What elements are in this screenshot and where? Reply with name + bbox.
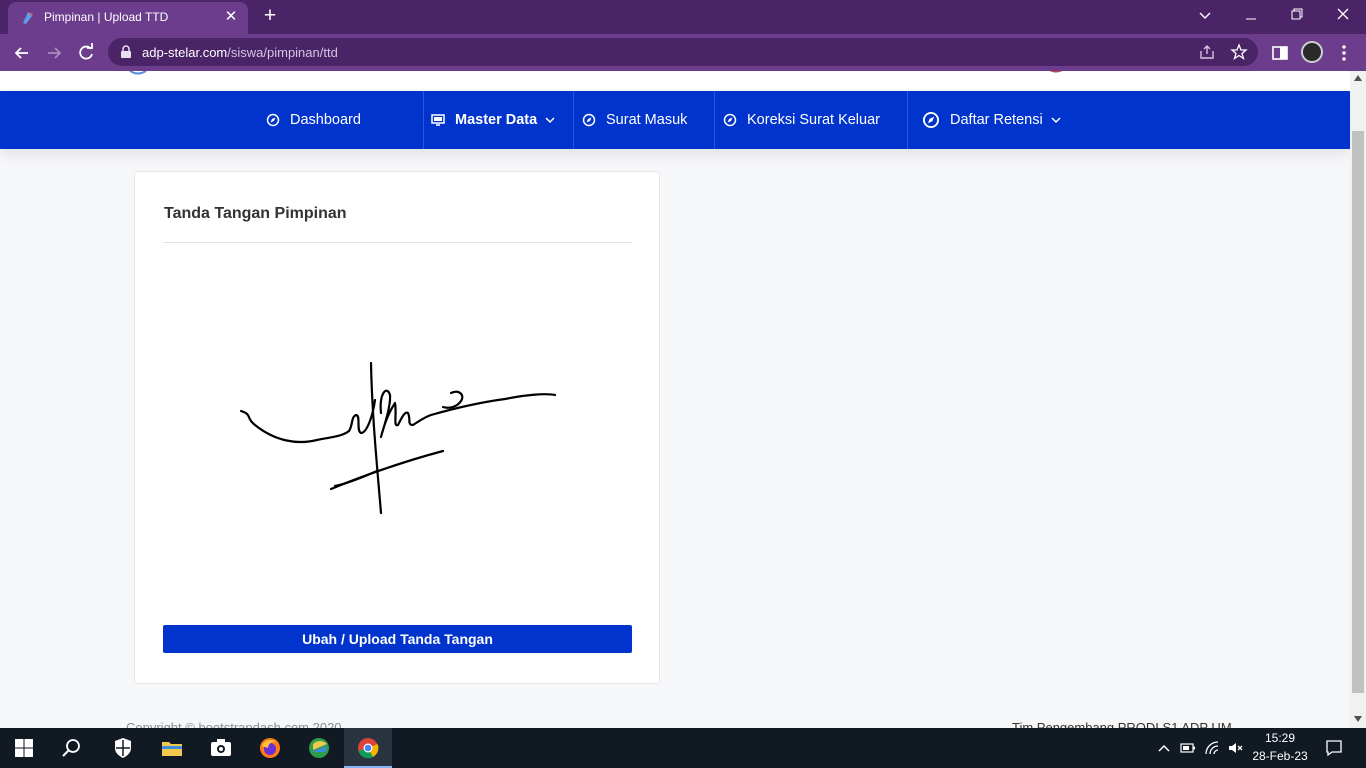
windows-start-icon[interactable] — [12, 736, 36, 760]
chevron-down-icon — [1051, 117, 1061, 124]
footer-credit: Tim Pengembang PRODI S1 ADP UM — [1012, 720, 1232, 728]
forward-arrow-icon[interactable] — [41, 40, 67, 66]
download-manager-icon[interactable] — [307, 736, 331, 760]
tab-close-icon[interactable]: ✕ — [222, 8, 240, 26]
card-title: Tanda Tangan Pimpinan — [164, 205, 347, 222]
minimize-button[interactable] — [1228, 4, 1274, 28]
restore-icon — [1291, 8, 1303, 20]
nav-item-daftar-retensi[interactable]: Daftar Retensi — [922, 91, 1061, 149]
address-bar[interactable]: adp-stelar.com/siswa/pimpinan/ttd — [108, 38, 1258, 66]
chevron-down-icon — [1199, 12, 1211, 19]
nav-item-dashboard[interactable]: Dashboard — [266, 91, 361, 149]
nav-divider — [907, 91, 908, 149]
side-panel-icon[interactable] — [1270, 43, 1290, 63]
logo-icon — [128, 71, 147, 75]
nav-label: Dashboard — [290, 112, 361, 128]
favicon-icon — [23, 12, 33, 24]
nav-divider — [423, 91, 424, 149]
browser-tab[interactable]: Pimpinan | Upload TTD ✕ — [8, 2, 248, 34]
close-window-button[interactable] — [1320, 4, 1366, 28]
page-content: Dashboard Master Data Surat Masuk Koreks… — [0, 71, 1350, 728]
scroll-down-arrow-icon[interactable] — [1354, 716, 1362, 722]
main-navbar: Dashboard Master Data Surat Masuk Koreks… — [0, 91, 1350, 149]
taskbar-clock-date[interactable]: 28-Feb-23 — [1250, 749, 1310, 763]
nav-label: Daftar Retensi — [950, 112, 1043, 128]
signature-card: Tanda Tangan Pimpinan Ubah / Upload Tand… — [134, 171, 660, 684]
nav-divider — [714, 91, 715, 149]
scroll-up-arrow-icon[interactable] — [1354, 75, 1362, 81]
share-icon[interactable] — [1198, 43, 1216, 61]
nav-item-surat-masuk[interactable]: Surat Masuk — [582, 91, 687, 149]
firefox-icon[interactable] — [258, 736, 282, 760]
taskbar-clock-time[interactable]: 15:29 — [1256, 731, 1304, 745]
footer-copyright: Copyright © bootstrapdash.com 2020 — [126, 720, 342, 728]
nav-label: Koreksi Surat Keluar — [747, 112, 880, 128]
chevron-down-icon — [545, 117, 555, 124]
url-text[interactable]: adp-stelar.com/siswa/pimpinan/ttd — [142, 45, 338, 60]
signature-image — [239, 361, 557, 515]
camera-app-icon[interactable] — [209, 736, 233, 760]
nav-label: Surat Masuk — [606, 112, 688, 128]
card-divider — [163, 242, 632, 243]
new-tab-button[interactable]: + — [258, 5, 282, 29]
lock-icon[interactable] — [120, 45, 132, 59]
compass-icon — [582, 113, 596, 127]
compass-icon — [922, 111, 940, 129]
monitor-icon — [431, 114, 445, 126]
battery-icon[interactable] — [1180, 740, 1196, 756]
compass-icon — [266, 113, 280, 127]
site-header — [0, 71, 1350, 91]
shield-icon[interactable] — [111, 736, 135, 760]
nav-item-koreksi-surat-keluar[interactable]: Koreksi Surat Keluar — [723, 91, 880, 149]
chevron-up-icon[interactable] — [1156, 740, 1172, 756]
file-explorer-icon[interactable] — [160, 736, 184, 760]
scrollbar-thumb[interactable] — [1352, 131, 1364, 693]
profile-avatar[interactable] — [1301, 41, 1323, 63]
minimize-icon — [1246, 18, 1256, 20]
page-scrollbar[interactable] — [1350, 71, 1366, 728]
search-icon[interactable] — [60, 736, 84, 760]
windows-taskbar: 15:29 28-Feb-23 — [0, 728, 1366, 768]
restore-button[interactable] — [1274, 4, 1320, 28]
browser-titlebar: Pimpinan | Upload TTD ✕ + — [0, 0, 1366, 34]
tab-search-button[interactable] — [1182, 4, 1228, 28]
nav-divider — [573, 91, 574, 149]
close-icon — [1337, 8, 1349, 20]
chrome-icon — [358, 738, 379, 759]
notification-icon[interactable] — [1325, 739, 1343, 757]
tab-title: Pimpinan | Upload TTD — [44, 10, 169, 24]
wifi-icon[interactable] — [1204, 740, 1220, 756]
back-arrow-icon[interactable] — [9, 40, 35, 66]
logo-icon — [1049, 71, 1063, 73]
upload-signature-button[interactable]: Ubah / Upload Tanda Tangan — [163, 625, 632, 653]
browser-toolbar: adp-stelar.com/siswa/pimpinan/ttd — [0, 34, 1366, 71]
reload-icon[interactable] — [73, 40, 99, 66]
menu-kebab-icon[interactable] — [1334, 43, 1354, 63]
compass-icon — [723, 113, 737, 127]
bookmark-star-icon[interactable] — [1230, 43, 1248, 61]
nav-item-master-data[interactable]: Master Data — [431, 91, 555, 149]
volume-muted-icon[interactable] — [1227, 740, 1243, 756]
taskbar-active-app[interactable] — [344, 728, 392, 768]
nav-label: Master Data — [455, 112, 538, 128]
